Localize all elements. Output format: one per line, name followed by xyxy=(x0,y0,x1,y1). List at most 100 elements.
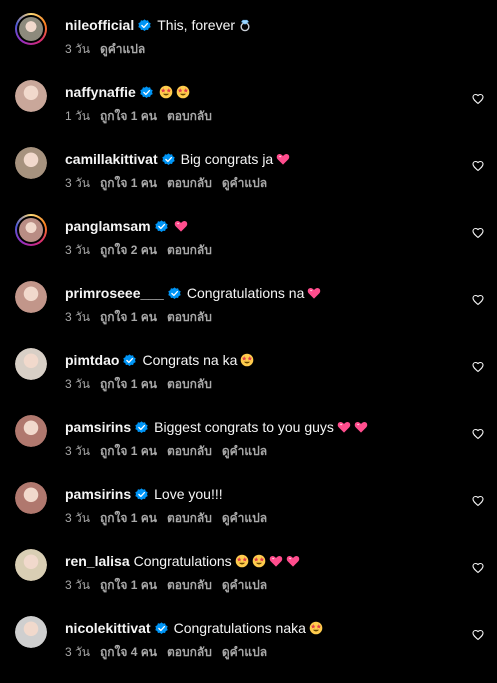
pink-heart-emoji xyxy=(269,555,282,567)
see-translation-button[interactable]: ดูคำแปล xyxy=(100,42,145,56)
comment-time: 3 วัน xyxy=(65,578,90,592)
comment-meta: 3 วัน ถูกใจ 1 คน ตอบกลับ ดูคำแปล xyxy=(65,442,457,461)
verified-badge-icon xyxy=(154,219,168,232)
reply-button[interactable]: ตอบกลับ xyxy=(167,377,212,391)
comment-body: panglamsam 3 วัน ถูกใจ 2 คน ตอบกลับ xyxy=(65,216,457,260)
like-heart-icon[interactable] xyxy=(472,294,484,306)
star-struck-emoji xyxy=(235,554,248,568)
ring-emoji xyxy=(240,19,250,32)
like-count[interactable]: ถูกใจ 1 คน xyxy=(100,310,157,324)
username-link[interactable]: nicolekittivat xyxy=(65,620,151,636)
avatar[interactable] xyxy=(15,482,47,514)
comment-text: Congratulations xyxy=(133,553,232,569)
avatar[interactable] xyxy=(15,281,47,313)
avatar[interactable] xyxy=(15,80,47,112)
username-link[interactable]: pamsirins xyxy=(65,419,131,435)
like-heart-icon[interactable] xyxy=(472,629,484,641)
comment-body: pamsirins Love you!!! 3 วัน ถูกใจ 1 คน ตอบกล… xyxy=(65,484,457,528)
like-heart-icon[interactable] xyxy=(472,495,484,507)
verified-badge-icon xyxy=(135,420,148,433)
username-link[interactable]: ren_lalisa xyxy=(65,553,130,569)
like-heart-icon[interactable] xyxy=(472,562,484,574)
star-struck-emoji xyxy=(159,85,173,99)
like-count[interactable]: ถูกใจ 1 คน xyxy=(100,109,157,123)
pink-heart-emoji xyxy=(286,555,299,567)
comment-item: primroseee___ Congratulations na 3 วัน ถูกใ… xyxy=(0,281,497,348)
comment-body: nileofficial This, forever 3 วัน ดูคำแปล xyxy=(65,15,457,59)
avatar-image xyxy=(19,17,43,41)
username-link[interactable]: pamsirins xyxy=(65,486,131,502)
username-link[interactable]: nileofficial xyxy=(65,17,134,33)
username-link[interactable]: pimtdao xyxy=(65,352,119,368)
comment-item: pimtdao Congrats na ka 3 วัน ถูกใจ 1 คน ตอบก… xyxy=(0,348,497,415)
see-translation-button[interactable]: ดูคำแปล xyxy=(222,645,267,659)
avatar[interactable] xyxy=(15,13,47,45)
verified-badge-icon xyxy=(154,621,168,634)
comment-item: pamsirins Biggest congrats to you guys 3 ว… xyxy=(0,415,497,482)
avatar-image xyxy=(15,281,47,313)
pink-heart-emoji xyxy=(276,153,290,165)
comment-line: pamsirins Love you!!! xyxy=(65,484,457,504)
like-heart-icon[interactable] xyxy=(472,160,484,172)
comment-line: pimtdao Congrats na ka xyxy=(65,350,457,370)
like-heart-icon[interactable] xyxy=(472,227,484,239)
comment-time: 3 วัน xyxy=(65,377,90,391)
reply-button[interactable]: ตอบกลับ xyxy=(167,176,212,190)
see-translation-button[interactable]: ดูคำแปล xyxy=(222,444,267,458)
verified-badge-icon xyxy=(135,487,148,500)
comment-time: 3 วัน xyxy=(65,310,90,324)
comment-meta: 3 วัน ถูกใจ 2 คน ตอบกลับ xyxy=(65,241,457,260)
comment-text: Congratulations naka xyxy=(173,620,306,636)
verified-badge-icon xyxy=(168,286,181,299)
pink-heart-emoji xyxy=(354,421,368,433)
comment-item: panglamsam 3 วัน ถูกใจ 2 คน ตอบกลับ xyxy=(0,214,497,281)
like-heart-icon[interactable] xyxy=(472,361,484,373)
star-struck-emoji xyxy=(252,554,265,568)
like-count[interactable]: ถูกใจ 1 คน xyxy=(100,444,157,458)
see-translation-button[interactable]: ดูคำแปล xyxy=(222,511,267,525)
comment-list: nileofficial This, forever 3 วัน ดูคำแปล naf… xyxy=(0,0,497,672)
avatar[interactable] xyxy=(15,549,47,581)
username-link[interactable]: camillakittivat xyxy=(65,151,158,167)
like-count[interactable]: ถูกใจ 1 คน xyxy=(100,377,157,391)
avatar[interactable] xyxy=(15,214,47,246)
comment-line: pamsirins Biggest congrats to you guys xyxy=(65,417,457,437)
avatar-image xyxy=(15,80,47,112)
like-count[interactable]: ถูกใจ 1 คน xyxy=(100,511,157,525)
avatar[interactable] xyxy=(15,348,47,380)
like-count[interactable]: ถูกใจ 1 คน xyxy=(100,176,157,190)
reply-button[interactable]: ตอบกลับ xyxy=(167,109,212,123)
verified-badge-icon xyxy=(138,18,151,31)
avatar[interactable] xyxy=(15,616,47,648)
comment-meta: 3 วัน ถูกใจ 1 คน ตอบกลับ xyxy=(65,375,457,394)
like-count[interactable]: ถูกใจ 2 คน xyxy=(100,243,157,257)
see-translation-button[interactable]: ดูคำแปล xyxy=(222,176,267,190)
like-count[interactable]: ถูกใจ 1 คน xyxy=(100,578,157,592)
comment-body: pimtdao Congrats na ka 3 วัน ถูกใจ 1 คน ตอบก… xyxy=(65,350,457,394)
reply-button[interactable]: ตอบกลับ xyxy=(167,578,212,592)
like-heart-icon[interactable] xyxy=(472,428,484,440)
comment-text: This, forever xyxy=(157,17,236,33)
reply-button[interactable]: ตอบกลับ xyxy=(167,444,212,458)
username-link[interactable]: panglamsam xyxy=(65,218,151,234)
reply-button[interactable]: ตอบกลับ xyxy=(167,243,212,257)
comment-text: Biggest congrats to you guys xyxy=(154,419,334,435)
comment-time: 3 วัน xyxy=(65,243,90,257)
avatar[interactable] xyxy=(15,147,47,179)
like-count[interactable]: ถูกใจ 4 คน xyxy=(100,645,157,659)
reply-button[interactable]: ตอบกลับ xyxy=(167,310,212,324)
comment-line: nicolekittivat Congratulations naka xyxy=(65,618,457,638)
see-translation-button[interactable]: ดูคำแปล xyxy=(222,578,267,592)
comment-item: camillakittivat Big congrats ja 3 วัน ถูกใจ… xyxy=(0,147,497,214)
comment-body: nicolekittivat Congratulations naka 3 วัน ถ… xyxy=(65,618,457,662)
reply-button[interactable]: ตอบกลับ xyxy=(167,511,212,525)
comment-item: naffynaffie 1 วัน ถูกใจ 1 คน ตอบกลับ xyxy=(0,80,497,147)
comment-meta: 3 วัน ถูกใจ 1 คน ตอบกลับ ดูคำแปล xyxy=(65,576,457,595)
username-link[interactable]: primroseee___ xyxy=(65,285,164,301)
username-link[interactable]: naffynaffie xyxy=(65,84,136,100)
comment-meta: 3 วัน ดูคำแปล xyxy=(65,40,457,59)
like-heart-icon[interactable] xyxy=(472,93,484,105)
avatar[interactable] xyxy=(15,415,47,447)
reply-button[interactable]: ตอบกลับ xyxy=(167,645,212,659)
avatar-image xyxy=(15,549,47,581)
